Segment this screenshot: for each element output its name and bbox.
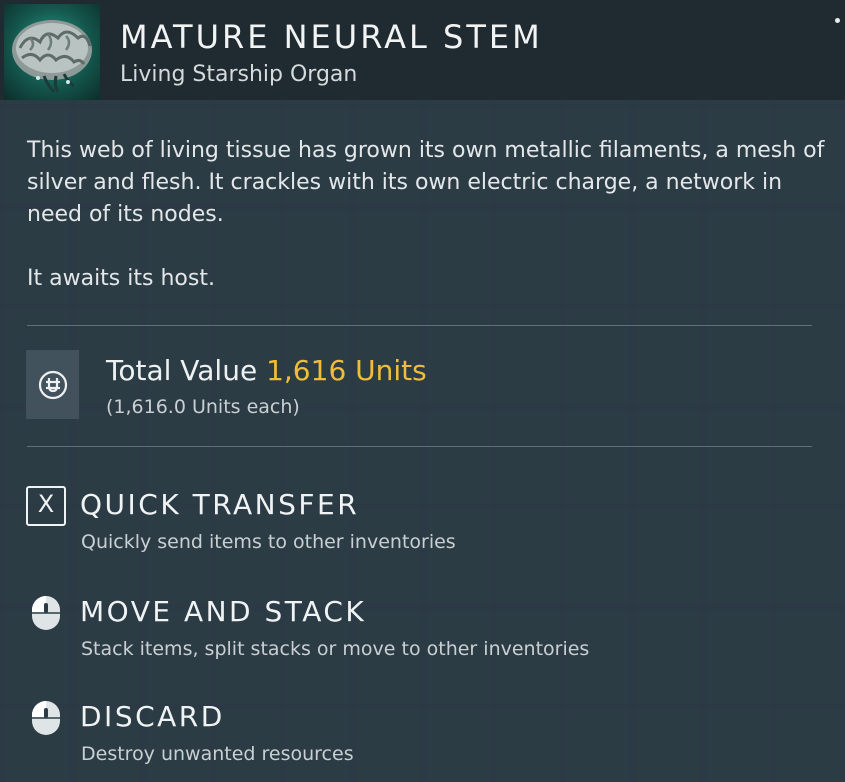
description-paragraph: This web of living tissue has grown its … [27,138,825,227]
discard-desc: Destroy unwanted resources [81,743,354,765]
unit-price: (1,616.0 Units each) [106,396,300,418]
divider [27,446,812,447]
item-title: MATURE NEURAL STEM [120,18,543,56]
quick-transfer-title: QUICK TRANSFER [80,488,360,521]
item-subtitle: Living Starship Organ [120,62,358,87]
mouse-left-click-icon [32,596,60,630]
quick-transfer-desc: Quickly send items to other inventories [81,531,456,553]
units-currency-icon [26,350,79,419]
move-and-stack-desc: Stack items, split stacks or move to oth… [81,638,590,660]
corner-dot [835,18,840,23]
tooltip-header: MATURE NEURAL STEM Living Starship Organ [0,0,845,100]
description-paragraph: It awaits its host. [27,266,215,291]
move-and-stack-title: MOVE AND STACK [80,595,367,628]
item-tooltip-panel: MATURE NEURAL STEM Living Starship Organ… [0,0,845,782]
item-description: This web of living tissue has grown its … [27,135,827,295]
mouse-left-click-icon [32,701,60,735]
total-value: Total Value 1,616 Units [106,354,427,387]
divider [27,325,812,326]
x-key-icon: X [26,486,66,526]
discard-title: DISCARD [80,700,225,733]
total-value-amount: 1,616 Units [266,354,427,387]
total-value-label: Total Value [106,354,258,387]
neural-stem-brain-icon [4,4,100,100]
